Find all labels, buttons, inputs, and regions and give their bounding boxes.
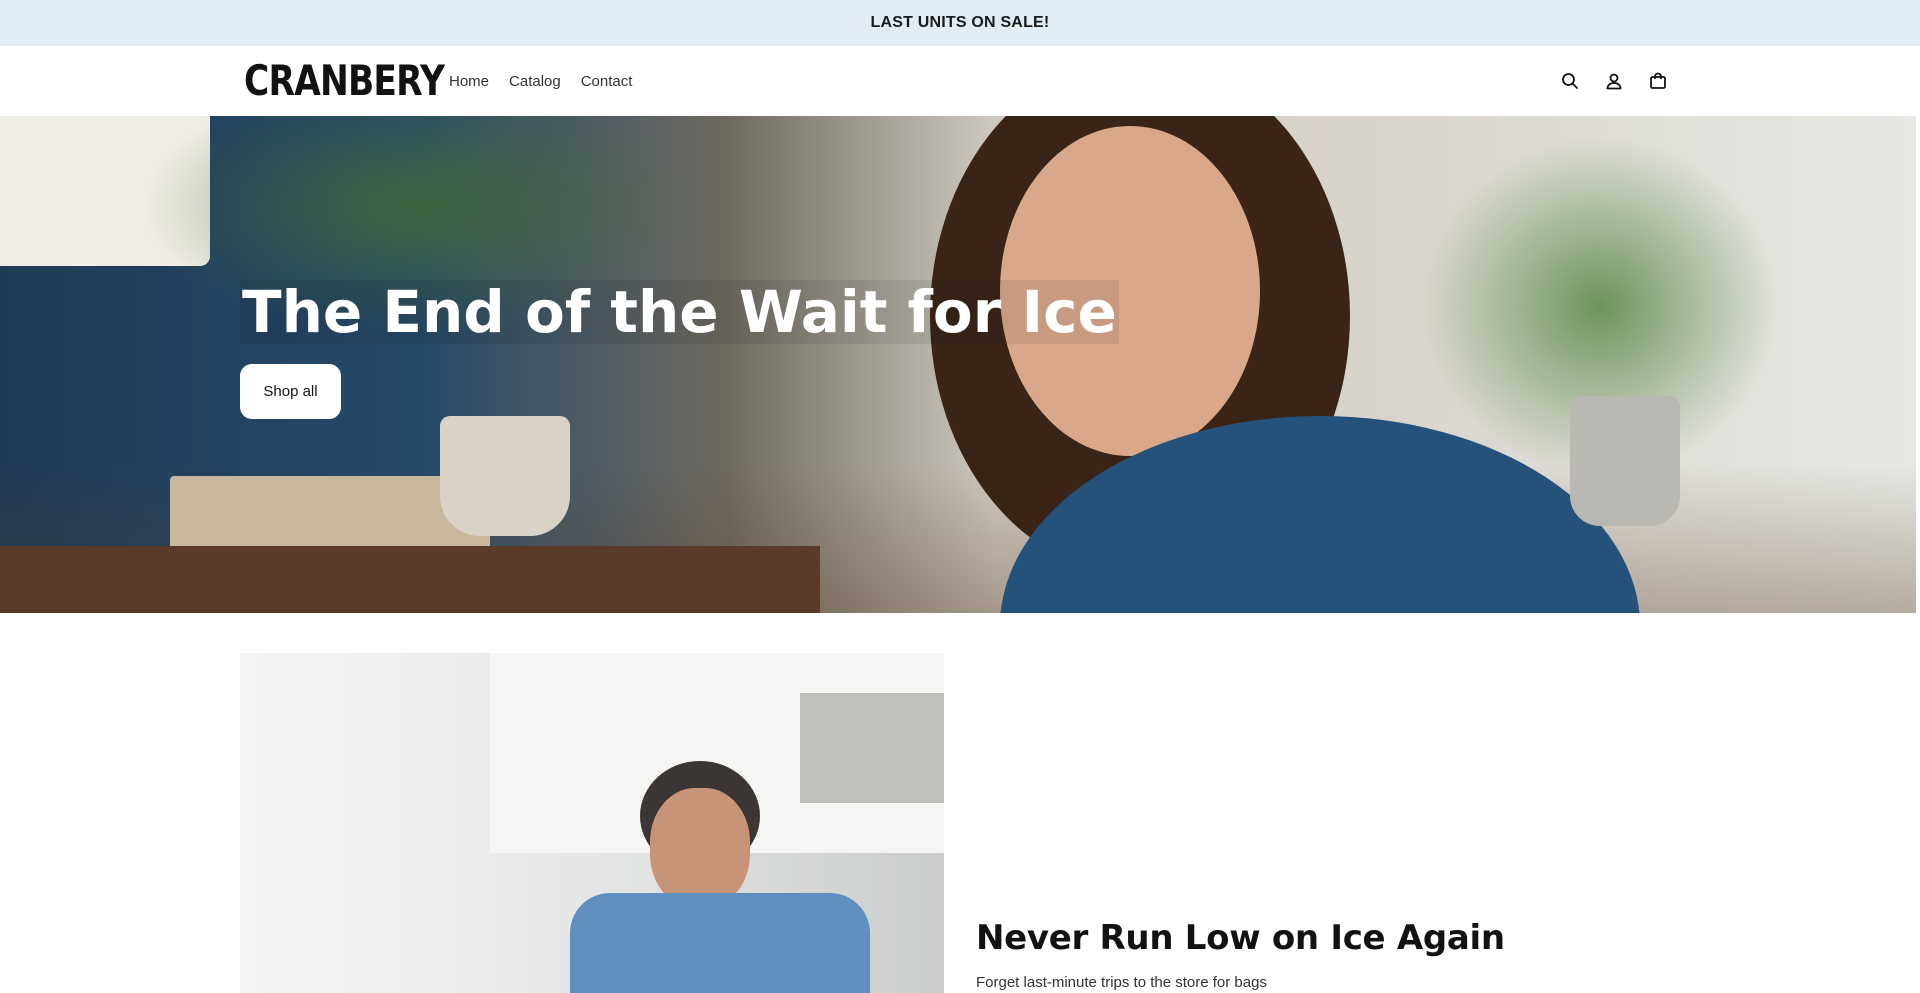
- header-actions: [1560, 46, 1668, 116]
- window-pot-shape: [1570, 396, 1680, 526]
- man-shirt-shape: [570, 893, 870, 993]
- announcement-bar: LAST UNITS ON SALE!: [0, 0, 1920, 46]
- account-icon[interactable]: [1604, 71, 1624, 91]
- nav-home[interactable]: Home: [449, 73, 489, 90]
- announcement-text: LAST UNITS ON SALE!: [870, 14, 1050, 31]
- cart-icon[interactable]: [1648, 71, 1668, 91]
- shop-all-button[interactable]: Shop all: [240, 364, 341, 419]
- site-header: CRANBERY Home Catalog Contact: [0, 46, 1920, 116]
- pot-shape: [440, 416, 570, 536]
- feature-image: [240, 653, 944, 993]
- hero-banner: The End of the Wait for Ice Shop all: [0, 116, 1916, 613]
- feature-title: Never Run Low on Ice Again: [976, 918, 1505, 958]
- hero-title-wrap: The End of the Wait for Ice: [240, 280, 1119, 344]
- nav-contact[interactable]: Contact: [581, 73, 633, 90]
- nav-catalog[interactable]: Catalog: [509, 73, 561, 90]
- range-hood-shape: [800, 693, 944, 803]
- feature-text: Forget last-minute trips to the store fo…: [976, 974, 1267, 991]
- man-face-shape: [650, 788, 750, 908]
- store-logo[interactable]: CRANBERY: [244, 60, 445, 102]
- search-icon[interactable]: [1560, 71, 1580, 91]
- hero-title: The End of the Wait for Ice: [242, 278, 1117, 346]
- desk-shape: [0, 546, 820, 613]
- main-nav: Home Catalog Contact: [449, 46, 632, 116]
